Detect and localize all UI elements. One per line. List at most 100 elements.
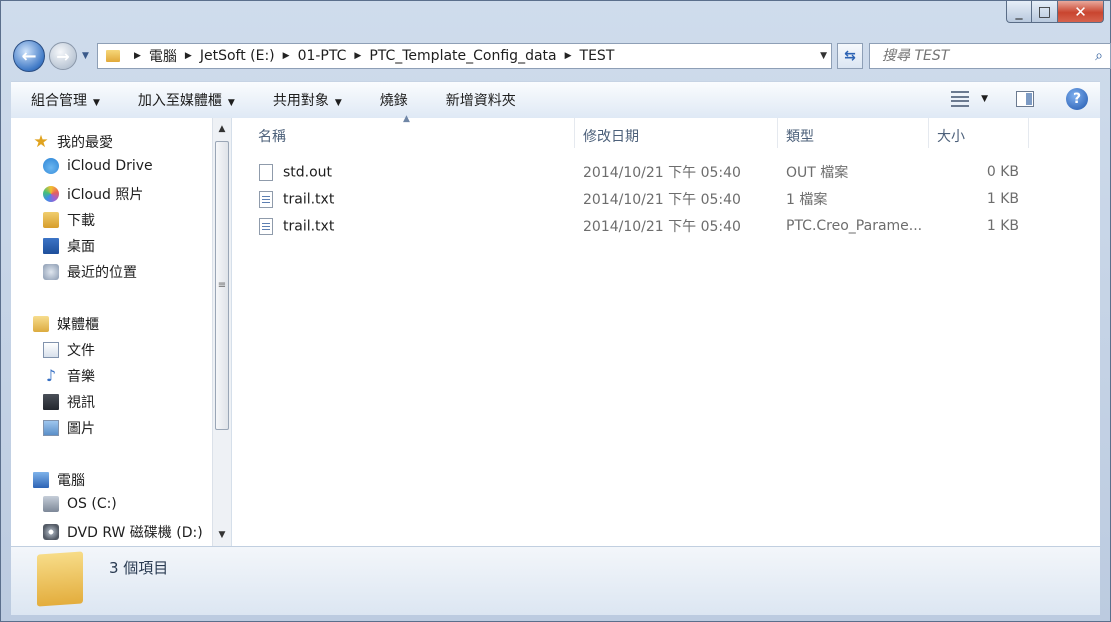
- magnifier-icon[interactable]: ⌕: [1088, 48, 1110, 64]
- desktop-icon: [43, 238, 59, 254]
- file-row[interactable]: trail.txt 2014/10/21 下午 05:40 1 檔案 1 KB: [232, 186, 1029, 212]
- recent-pages-dropdown-icon[interactable]: ▼: [82, 51, 89, 61]
- item-count: 3 個項目: [109, 559, 169, 577]
- column-headers: ▲ 名稱 修改日期 類型 大小: [232, 114, 1100, 152]
- chevron-right-icon[interactable]: ▶: [134, 51, 141, 61]
- file-size-cell: 1 KB: [986, 218, 1019, 234]
- back-button[interactable]: ←: [13, 40, 45, 72]
- column-label: 修改日期: [583, 129, 639, 145]
- nav-icloud-photos[interactable]: iCloud 照片: [43, 184, 143, 204]
- file-row[interactable]: std.out 2014/10/21 下午 05:40 OUT 檔案 0 KB: [232, 159, 1029, 185]
- include-in-library-button[interactable]: 加入至媒體櫃 ▼: [118, 90, 253, 110]
- new-folder-button[interactable]: 新增資料夾: [426, 90, 534, 110]
- new-folder-label: 新增資料夾: [445, 93, 516, 109]
- nav-libraries[interactable]: 媒體櫃: [33, 314, 99, 334]
- nav-icloud-drive[interactable]: iCloud Drive: [43, 158, 153, 174]
- share-with-button[interactable]: 共用對象 ▼: [253, 90, 360, 110]
- refresh-button[interactable]: ⇆: [837, 43, 863, 69]
- column-header-name[interactable]: ▲ 名稱: [232, 114, 575, 148]
- nav-music[interactable]: ♪ 音樂: [43, 366, 95, 386]
- file-row[interactable]: trail.txt 2014/10/21 下午 05:40 PTC.Creo_P…: [232, 213, 1029, 239]
- view-controls: ▼ ?: [951, 88, 1088, 110]
- maximize-button[interactable]: □: [1032, 1, 1058, 23]
- column-header-type[interactable]: 類型: [778, 118, 929, 148]
- nav-computer[interactable]: 電腦: [33, 470, 85, 490]
- column-header-size[interactable]: 大小: [929, 118, 1029, 148]
- breadcrumb-template-config[interactable]: PTC_Template_Config_data: [369, 48, 556, 64]
- recent-places-icon: [43, 264, 59, 280]
- file-type-cell: PTC.Creo_Parame...: [786, 218, 923, 234]
- nav-label: 媒體櫃: [57, 317, 99, 333]
- change-view-icon[interactable]: [951, 91, 970, 107]
- scroll-down-icon[interactable]: ▼: [213, 526, 231, 544]
- chevron-right-icon[interactable]: ▶: [283, 51, 290, 61]
- nav-label: iCloud 照片: [67, 187, 144, 203]
- search-input[interactable]: [880, 47, 1088, 65]
- minimize-button[interactable]: _: [1006, 1, 1032, 23]
- photos-icon: [43, 186, 59, 202]
- nav-dvd-drive[interactable]: DVD RW 磁碟機 (D:): [43, 522, 203, 542]
- view-dropdown-icon[interactable]: ▼: [981, 94, 988, 104]
- explorer-window: _ □ ✕ ← → ▼ ▶ 電腦 ▶ JetSoft (E:) ▶ 01-PTC…: [0, 0, 1111, 622]
- organize-button[interactable]: 組合管理 ▼: [11, 90, 118, 110]
- nav-label: 桌面: [67, 239, 95, 255]
- nav-os-drive[interactable]: OS (C:): [43, 496, 117, 512]
- file-name: std.out: [283, 164, 333, 180]
- nav-favorites[interactable]: ★ 我的最愛: [33, 132, 113, 152]
- chevron-right-icon[interactable]: ▶: [354, 51, 361, 61]
- file-date-cell: 2014/10/21 下午 05:40: [583, 219, 741, 235]
- nav-recent-places[interactable]: 最近的位置: [43, 262, 137, 282]
- scrollbar-thumb[interactable]: ≡: [215, 141, 229, 430]
- chevron-right-icon[interactable]: ▶: [565, 51, 572, 61]
- file-name: trail.txt: [283, 218, 335, 234]
- breadcrumb-drive[interactable]: JetSoft (E:): [200, 48, 275, 64]
- column-header-date[interactable]: 修改日期: [575, 118, 778, 148]
- music-icon: ♪: [45, 366, 57, 385]
- help-icon[interactable]: ?: [1066, 88, 1088, 110]
- nav-pictures[interactable]: 圖片: [43, 418, 95, 438]
- forward-button[interactable]: →: [49, 42, 77, 70]
- scroll-up-icon[interactable]: ▲: [213, 120, 231, 138]
- nav-downloads[interactable]: 下載: [43, 210, 95, 230]
- command-bar: 組合管理 ▼ 加入至媒體櫃 ▼ 共用對象 ▼ 燒錄 新增資料夾 ▼ ?: [11, 81, 1100, 119]
- burn-label: 燒錄: [379, 93, 408, 109]
- file-date-cell: 2014/10/21 下午 05:40: [583, 192, 741, 208]
- preview-pane-icon[interactable]: [1016, 91, 1034, 107]
- chevron-down-icon: ▼: [93, 98, 100, 108]
- address-history-dropdown-icon[interactable]: ▼: [820, 51, 827, 61]
- nav-videos[interactable]: 視訊: [43, 392, 95, 412]
- folder-icon: [106, 50, 120, 62]
- nav-desktop[interactable]: 桌面: [43, 236, 95, 256]
- nav-label: 電腦: [57, 473, 85, 489]
- chevron-down-icon: ▼: [334, 98, 342, 108]
- text-file-icon: [259, 190, 273, 208]
- file-name: trail.txt: [283, 191, 335, 207]
- close-icon: ✕: [1074, 2, 1087, 21]
- nav-label: DVD RW 磁碟機 (D:): [67, 525, 203, 541]
- nav-label: OS (C:): [67, 496, 117, 512]
- dvd-drive-icon: [43, 524, 59, 540]
- breadcrumb-computer[interactable]: 電腦: [149, 46, 177, 66]
- icloud-icon: [43, 158, 59, 174]
- breadcrumb: ▶ 電腦 ▶ JetSoft (E:) ▶ 01-PTC ▶ PTC_Templ…: [126, 46, 614, 66]
- chevron-right-icon[interactable]: ▶: [185, 51, 192, 61]
- breadcrumb-01-ptc[interactable]: 01-PTC: [298, 48, 347, 64]
- nav-label: 視訊: [67, 395, 95, 411]
- nav-pane-scrollbar[interactable]: ▲ ≡ ▼: [212, 118, 231, 546]
- minimize-icon: _: [1015, 3, 1023, 20]
- hard-drive-icon: [43, 496, 59, 512]
- folder-icon: [37, 551, 83, 607]
- sort-ascending-icon: ▲: [403, 114, 410, 124]
- nav-documents[interactable]: 文件: [43, 340, 95, 360]
- nav-label: 我的最愛: [57, 135, 113, 151]
- breadcrumb-test[interactable]: TEST: [580, 48, 615, 64]
- file-icon: [259, 163, 273, 181]
- file-list: ▲ 名稱 修改日期 類型 大小 std.out 2014/10/21 下午 05:…: [232, 114, 1100, 546]
- close-button[interactable]: ✕: [1058, 1, 1104, 23]
- nav-label: 下載: [67, 213, 95, 229]
- organize-label: 組合管理: [31, 93, 87, 109]
- address-bar[interactable]: ▶ 電腦 ▶ JetSoft (E:) ▶ 01-PTC ▶ PTC_Templ…: [97, 43, 832, 69]
- burn-button[interactable]: 燒錄: [360, 90, 426, 110]
- file-name-cell: std.out: [232, 163, 575, 181]
- file-date-cell: 2014/10/21 下午 05:40: [583, 165, 741, 181]
